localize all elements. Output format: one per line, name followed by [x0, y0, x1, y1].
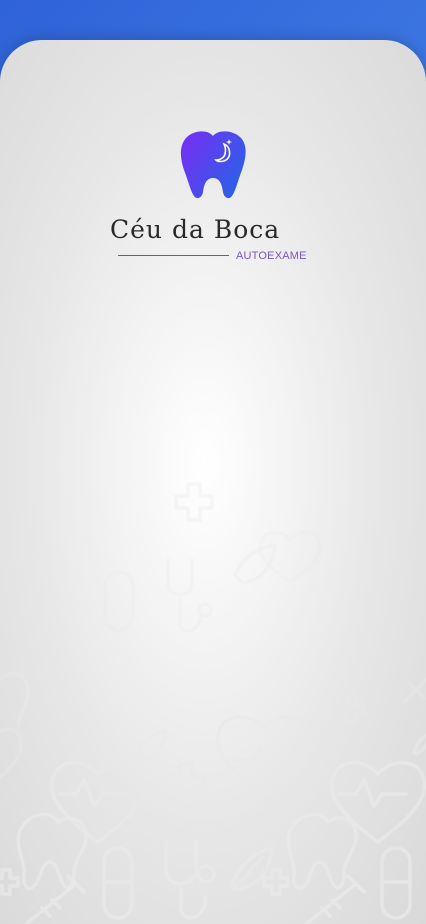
app-logo: Céu da Boca AUTOEXAME	[0, 40, 426, 924]
tooth-icon	[180, 131, 246, 199]
splash-card: Céu da Boca AUTOEXAME	[0, 40, 426, 924]
brand-divider	[118, 255, 229, 256]
brand-subtitle: AUTOEXAME	[236, 250, 307, 262]
brand-title: Céu da Boca	[110, 215, 281, 244]
